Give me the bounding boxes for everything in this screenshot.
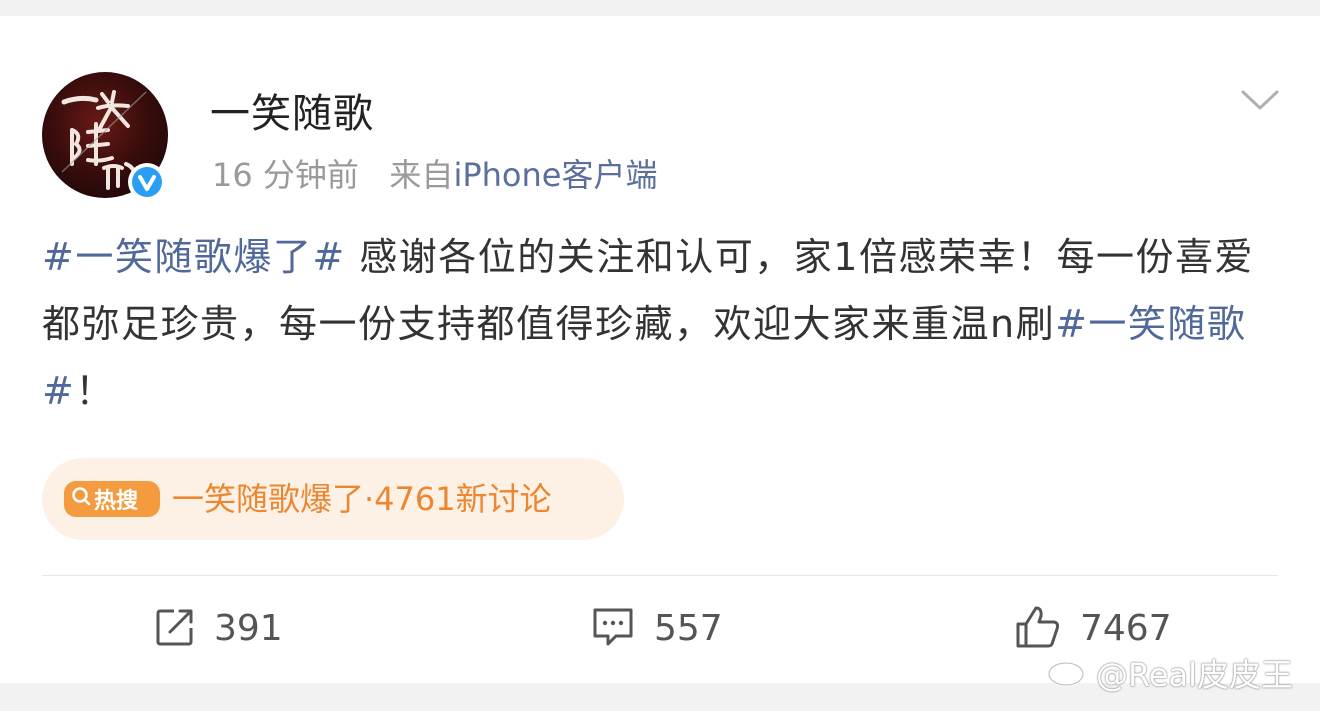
username[interactable]: 一笑随歌 [210,88,374,140]
hot-search-text: 一笑随歌爆了·4761新讨论 [172,480,552,518]
hot-search-tag-label: 热搜 [94,489,139,514]
post-text-end: ！ [75,369,115,413]
watermark-text: @Real皮皮王 [1096,656,1293,694]
hot-search-card[interactable]: 热搜 一笑随歌爆了·4761新讨论 [42,458,624,540]
search-icon [70,485,92,513]
hot-search-badge: 热搜 [64,481,160,517]
like-count: 7467 [1080,608,1172,649]
post-time: 16 分钟前 [212,156,359,194]
like-button[interactable]: 7467 [1014,604,1172,654]
topic-link[interactable]: #一笑随歌爆了# [42,235,346,279]
post-source[interactable]: iPhone客户端 [453,156,657,194]
like-icon [1014,604,1062,654]
divider [42,575,1278,576]
repost-icon [154,606,196,652]
comment-button[interactable]: 557 [590,604,723,654]
watermark: @Real皮皮王 [1046,650,1293,696]
comment-icon [590,605,636,653]
repost-count: 391 [214,608,283,649]
post-meta: 16 分钟前 来自iPhone客户端 [212,153,657,197]
verified-icon [128,163,166,201]
source-prefix: 来自 [389,156,454,194]
repost-button[interactable]: 391 [154,604,283,654]
post-content: #一笑随歌爆了# 感谢各位的关注和认可，家1倍感荣幸！每一份喜爱都弥足珍贵，每一… [42,224,1272,425]
weibo-post-card: 一笑随歌 16 分钟前 来自iPhone客户端 #一笑随歌爆了# 感谢各位的关注… [0,16,1320,683]
weibo-icon [1046,650,1096,696]
comment-count: 557 [654,608,723,649]
chevron-down-icon[interactable] [1240,88,1280,118]
